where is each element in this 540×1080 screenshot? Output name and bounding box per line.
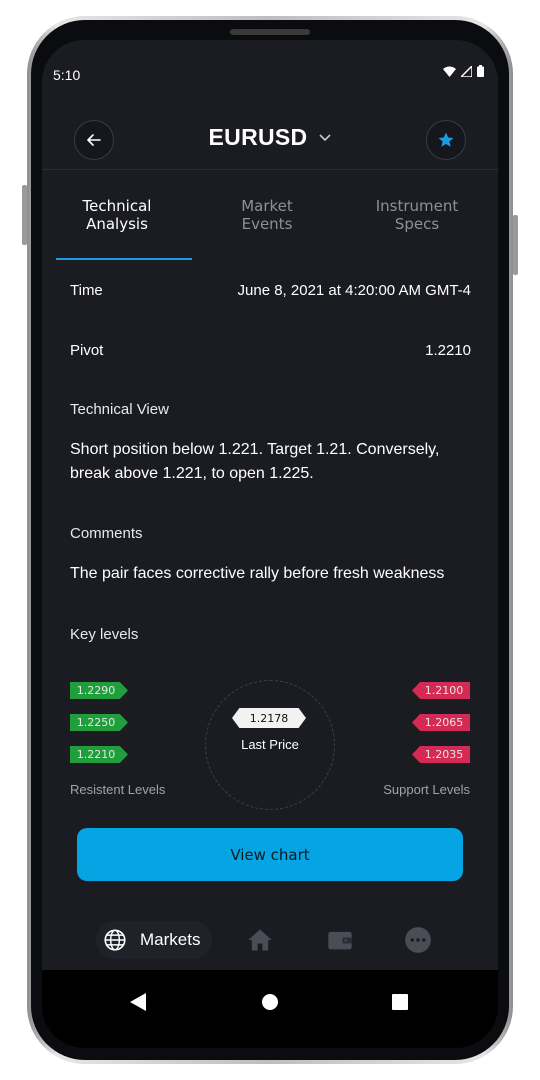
technical-view-text: Short position below 1.221. Target 1.21.… [70,441,440,482]
tab-market-events[interactable]: Market Events [192,188,342,262]
signal-icon [461,65,472,77]
tab-label: Events [241,215,293,233]
comments-label: Comments [70,525,143,542]
resistance-levels-label: Resistent Levels [70,782,166,797]
time-row: Time June 8, 2021 at 4:20:00 AM GMT-4 [70,282,471,299]
tab-label: Technical [82,197,152,215]
phone-side-button [22,185,27,245]
system-nav-bar [42,970,498,1048]
pivot-label: Pivot [70,342,104,359]
time-label: Time [70,282,103,299]
pivot-row: Pivot 1.2210 [70,342,471,359]
tab-bar: Technical Analysis Market Events Instrum… [42,188,498,262]
nav-more[interactable] [403,925,433,955]
bottom-nav: Markets [42,910,498,970]
globe-icon [104,929,126,951]
key-levels-label: Key levels [70,626,139,643]
nav-wallet[interactable] [325,925,355,955]
wifi-icon [443,66,456,77]
system-back-button[interactable] [126,990,150,1014]
home-icon [248,929,272,951]
wallet-icon [328,931,352,950]
last-price-tag: 1.2178 [232,708,306,728]
view-chart-button[interactable]: View chart [77,828,463,881]
comments-text: The pair faces corrective rally before f… [70,565,445,582]
header: EURUSD [42,110,498,170]
technical-view-label: Technical View [70,401,169,418]
square-recents-icon [392,994,408,1010]
support-level-tag: 1.2100 [412,682,470,699]
battery-icon [477,65,484,77]
tab-label: Market [241,197,293,215]
app-screen: 5:10 EURUSD Technical Analysis Market Ev… [42,40,498,1048]
nav-markets-label: Markets [140,930,201,949]
phone-speaker [230,29,310,35]
tab-label: Specs [394,215,440,233]
tab-label: Instrument [375,197,459,215]
tab-label: Analysis [86,215,148,233]
nav-home[interactable] [245,925,275,955]
tab-instrument-specs[interactable]: Instrument Specs [342,188,492,262]
star-icon [438,132,454,147]
support-level-tag: 1.2035 [412,746,470,763]
last-price-label: Last Price [241,737,299,752]
favorite-button[interactable] [426,120,466,160]
nav-markets[interactable]: Markets [96,921,213,959]
resistance-level-tag: 1.2290 [70,682,128,699]
resistance-level-tag: 1.2250 [70,714,128,731]
support-levels-label: Support Levels [383,782,470,797]
page-title: EURUSD [208,124,308,150]
system-recents-button[interactable] [388,990,412,1014]
tab-technical-analysis[interactable]: Technical Analysis [42,188,192,262]
phone-side-button [513,215,518,275]
support-level-tag: 1.2065 [412,714,470,731]
status-bar: 5:10 [42,40,498,110]
more-icon [405,927,431,953]
triangle-back-icon [130,993,146,1011]
circle-home-icon [262,994,278,1010]
resistance-level-tag: 1.2210 [70,746,128,763]
status-time: 5:10 [53,67,81,83]
status-icons [443,65,484,77]
chevron-down-icon [319,133,332,141]
time-value: June 8, 2021 at 4:20:00 AM GMT-4 [237,282,471,299]
system-home-button[interactable] [258,990,282,1014]
pivot-value: 1.2210 [425,342,471,359]
